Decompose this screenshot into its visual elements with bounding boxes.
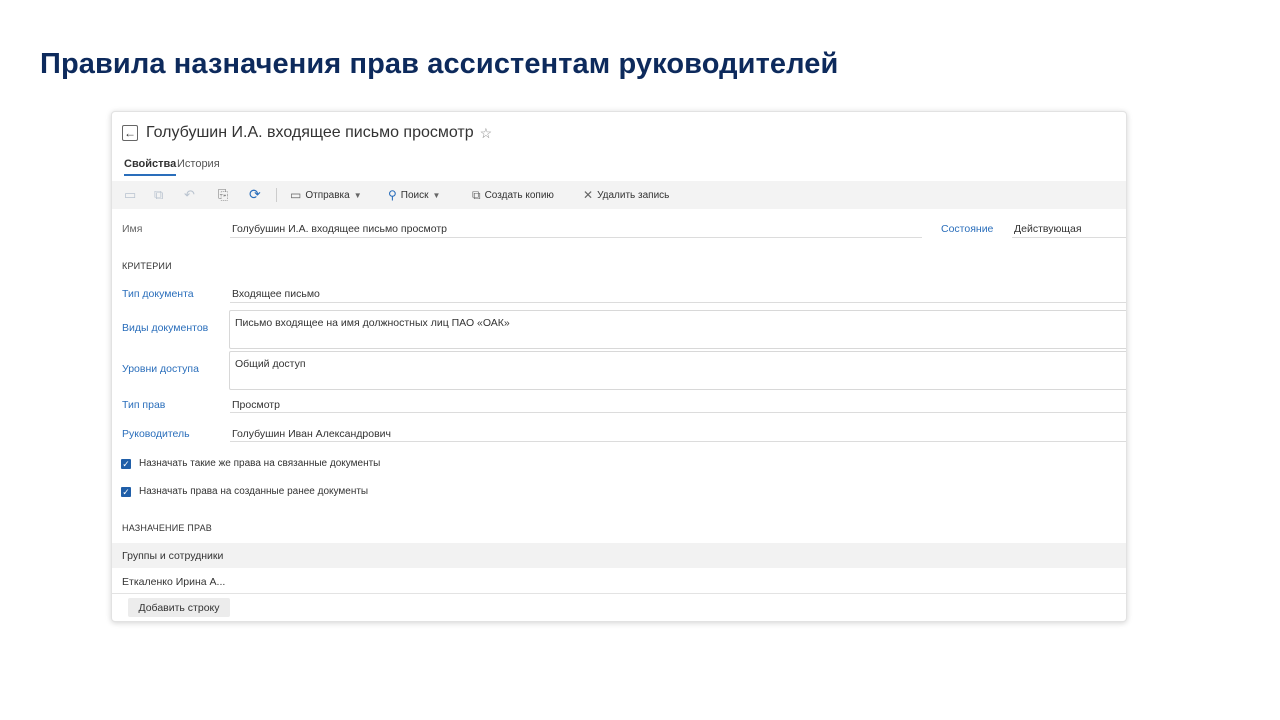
grid-row-divider (112, 593, 1126, 594)
chevron-down-icon: ▼ (353, 190, 362, 200)
rights-type-label[interactable]: Тип прав (122, 399, 165, 411)
toolbar-separator (276, 188, 277, 202)
doc-type-underline (230, 302, 1126, 303)
star-icon[interactable]: ☆ (480, 125, 493, 142)
save-icon[interactable]: ▭ (124, 187, 136, 203)
doc-kinds-value: Письмо входящее на имя должностных лиц П… (235, 317, 510, 329)
create-copy-label: Создать копию (484, 190, 554, 201)
tab-properties[interactable]: Свойства (124, 158, 177, 176)
toolbar: ▭ ⧉ ↶ ⎘ ⟳ ▭ Отправка ▼ ⚲ Поиск ▼ ⧉ Созда… (112, 181, 1126, 209)
back-arrow-icon[interactable]: ← (122, 125, 138, 141)
name-field-underline (230, 237, 922, 238)
create-copy-button[interactable]: ⧉ Создать копию (472, 188, 554, 203)
access-levels-field[interactable]: Общий доступ (229, 351, 1126, 390)
state-field-underline (1012, 237, 1126, 238)
save-close-icon[interactable]: ⧉ (154, 187, 163, 203)
delete-record-button[interactable]: ✕ Удалить запись (583, 188, 669, 202)
doc-kinds-field[interactable]: Письмо входящее на имя должностных лиц П… (229, 310, 1126, 349)
doc-kinds-label[interactable]: Виды документов (122, 322, 208, 334)
doc-type-field[interactable]: Входящее письмо (232, 288, 320, 300)
rights-type-field[interactable]: Просмотр (232, 399, 280, 411)
add-row-button[interactable]: Добавить строку (128, 598, 230, 617)
slide-title: Правила назначения прав ассистентам руко… (40, 48, 839, 80)
send-label: Отправка (305, 189, 350, 201)
search-label: Поиск (400, 189, 429, 201)
related-docs-label: Назначать такие же права на связанные до… (139, 458, 381, 469)
access-levels-label[interactable]: Уровни доступа (122, 363, 199, 375)
manager-underline (230, 441, 1126, 442)
existing-docs-checkbox[interactable]: ✓ (121, 487, 131, 497)
manager-field[interactable]: Голубушин Иван Александрович (232, 428, 391, 440)
chevron-down-icon: ▼ (432, 190, 441, 200)
grid-column-header[interactable]: Группы и сотрудники (122, 550, 223, 562)
checkmark-icon: ✓ (122, 487, 130, 497)
refresh-icon[interactable]: ⟳ (249, 186, 261, 203)
search-button[interactable]: ⚲ Поиск ▼ (388, 188, 440, 202)
copy-icon[interactable]: ⎘ (218, 187, 228, 203)
undo-icon[interactable]: ↶ (184, 187, 195, 203)
checkmark-icon: ✓ (122, 459, 130, 469)
state-label[interactable]: Состояние (941, 223, 993, 235)
related-docs-checkbox[interactable]: ✓ (121, 459, 131, 469)
existing-docs-label: Назначать права на созданные ранее докум… (139, 486, 369, 497)
delete-record-label: Удалить запись (597, 189, 670, 201)
assignment-section-title: НАЗНАЧЕНИЕ ПРАВ (122, 523, 212, 533)
create-copy-icon: ⧉ (472, 188, 481, 202)
record-card: ← Голубушин И.А. входящее письмо просмот… (111, 111, 1127, 622)
criteria-section-title: КРИТЕРИИ (122, 261, 172, 271)
doc-type-label[interactable]: Тип документа (122, 288, 194, 300)
access-levels-value: Общий доступ (235, 358, 306, 370)
rights-type-underline (230, 412, 1126, 413)
record-title: Голубушин И.А. входящее письмо просмотр (146, 124, 474, 141)
grid-row[interactable]: Еткаленко Ирина А... (122, 576, 225, 588)
name-field[interactable]: Голубушин И.А. входящее письмо просмотр (232, 223, 447, 235)
send-button[interactable]: ▭ Отправка ▼ (290, 188, 362, 202)
record-header: ← Голубушин И.А. входящее письмо просмот… (122, 124, 492, 142)
grid-header: Группы и сотрудники (112, 543, 1126, 568)
send-icon: ▭ (290, 188, 302, 202)
close-icon: ✕ (583, 188, 594, 202)
state-field[interactable]: Действующая (1014, 223, 1082, 235)
manager-label[interactable]: Руководитель (122, 428, 190, 440)
tab-history[interactable]: История (177, 158, 220, 170)
name-label: Имя (122, 223, 143, 235)
search-icon: ⚲ (388, 188, 397, 202)
